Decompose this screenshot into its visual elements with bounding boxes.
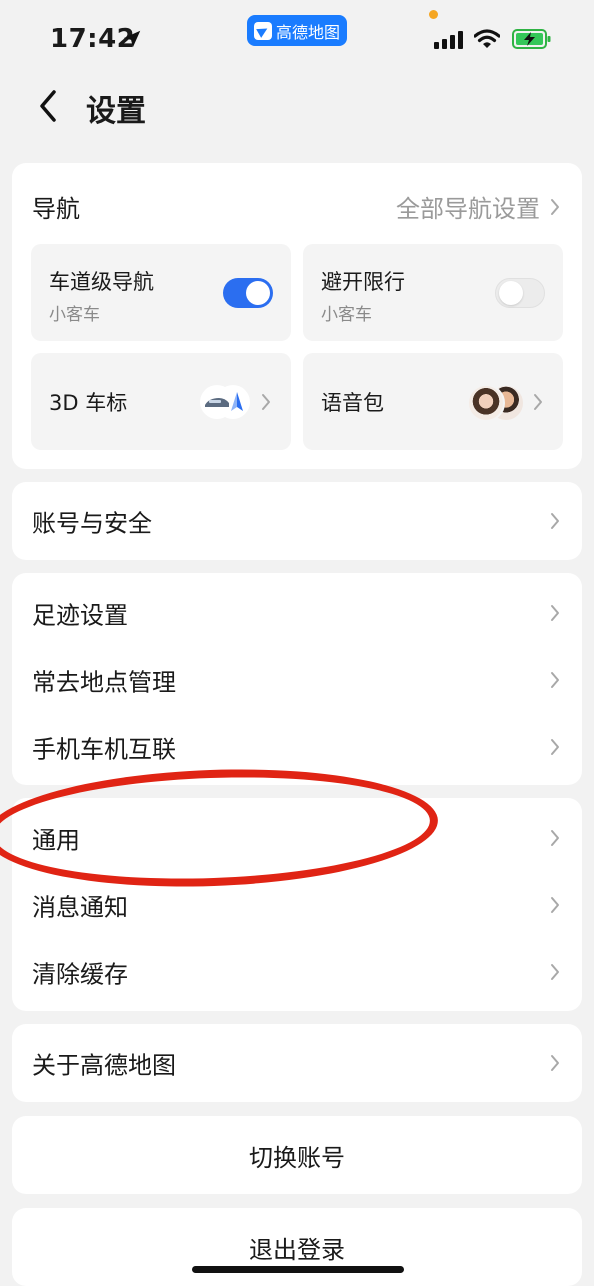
car-icon-3d-label: 3D 车标: [49, 390, 128, 415]
voice-avatar-left: [467, 384, 505, 422]
navigation-card: 导航 全部导航设置 车道级导航 小客车 避开限行 小客车 3D 车标 语音包: [12, 163, 582, 469]
about-amap-label: 关于高德地图: [32, 1051, 176, 1080]
switch-account-label: 切换账号: [249, 1143, 345, 1172]
about-card: 关于高德地图: [12, 1024, 582, 1102]
avoid-restriction-sub: 小客车: [321, 305, 372, 325]
about-amap-row[interactable]: 关于高德地图: [12, 1030, 582, 1096]
chevron-right-icon: [262, 393, 270, 410]
page-title: 设置: [86, 94, 146, 129]
notifications-label: 消息通知: [32, 893, 128, 922]
logout-button[interactable]: 退出登录: [12, 1208, 582, 1286]
clear-cache-label: 清除缓存: [32, 960, 128, 989]
notifications-row[interactable]: 消息通知: [12, 872, 582, 938]
frequent-places-label: 常去地点管理: [32, 668, 176, 697]
voice-pack-label: 语音包: [321, 390, 384, 415]
car-icon-3d-tile[interactable]: 3D 车标: [31, 353, 291, 450]
lane-navigation-label: 车道级导航: [49, 270, 154, 294]
voice-pack-tile[interactable]: 语音包: [303, 353, 563, 450]
car-model-thumbnail-icon: [200, 385, 250, 419]
chevron-right-icon: [551, 830, 559, 846]
lane-navigation-sub: 小客车: [49, 305, 100, 325]
general-label: 通用: [32, 826, 80, 855]
chevron-right-icon: [551, 739, 559, 755]
frequent-places-row[interactable]: 常去地点管理: [12, 647, 582, 713]
phone-car-link-label: 手机车机互联: [32, 735, 176, 764]
footprint-settings-label: 足迹设置: [32, 601, 128, 630]
switch-account-button[interactable]: 切换账号: [12, 1116, 582, 1194]
chevron-right-icon: [534, 393, 542, 410]
all-navigation-settings-label: 全部导航设置: [396, 195, 540, 223]
home-indicator[interactable]: [192, 1266, 404, 1273]
mic-in-use-dot: [429, 10, 438, 19]
general-card: 通用 消息通知 清除缓存: [12, 798, 582, 1011]
chevron-right-icon: [551, 964, 559, 980]
chevron-right-icon: [551, 513, 559, 529]
chevron-right-icon: [551, 672, 559, 688]
amap-logo-icon: [253, 21, 272, 40]
app-indicator-pill[interactable]: 高德地图: [247, 15, 347, 46]
chevron-right-icon: [551, 198, 559, 215]
avoid-restriction-label: 避开限行: [321, 270, 405, 294]
general-row[interactable]: 通用: [12, 805, 582, 871]
voice-avatars: [467, 384, 525, 422]
chevron-right-icon: [551, 605, 559, 621]
lane-level-navigation-tile: 车道级导航 小客车: [31, 244, 291, 341]
chevron-right-icon: [551, 1055, 559, 1071]
chevron-right-icon: [551, 897, 559, 913]
wifi-icon: [474, 29, 500, 48]
logout-label: 退出登录: [249, 1235, 345, 1264]
lane-navigation-toggle[interactable]: [223, 278, 273, 308]
cellular-signal-icon: [434, 31, 466, 49]
account-security-row[interactable]: 账号与安全: [12, 488, 582, 554]
account-security-label: 账号与安全: [32, 509, 152, 538]
records-card: 足迹设置 常去地点管理 手机车机互联: [12, 573, 582, 785]
avoid-restriction-tile: 避开限行 小客车: [303, 244, 563, 341]
status-bar: 17:42 高德地图: [0, 0, 594, 80]
account-card: 账号与安全: [12, 482, 582, 560]
phone-car-link-row[interactable]: 手机车机互联: [12, 714, 582, 780]
app-pill-label: 高德地图: [275, 22, 340, 42]
navigation-section-label: 导航: [32, 195, 80, 223]
footprint-settings-row[interactable]: 足迹设置: [12, 580, 582, 646]
location-arrow-icon: [123, 30, 141, 48]
back-chevron-icon[interactable]: [34, 88, 64, 124]
clear-cache-row[interactable]: 清除缓存: [12, 939, 582, 1005]
all-navigation-settings-link[interactable]: 全部导航设置: [396, 189, 560, 224]
avoid-restriction-toggle[interactable]: [495, 278, 545, 308]
battery-charging-icon: [512, 29, 551, 49]
